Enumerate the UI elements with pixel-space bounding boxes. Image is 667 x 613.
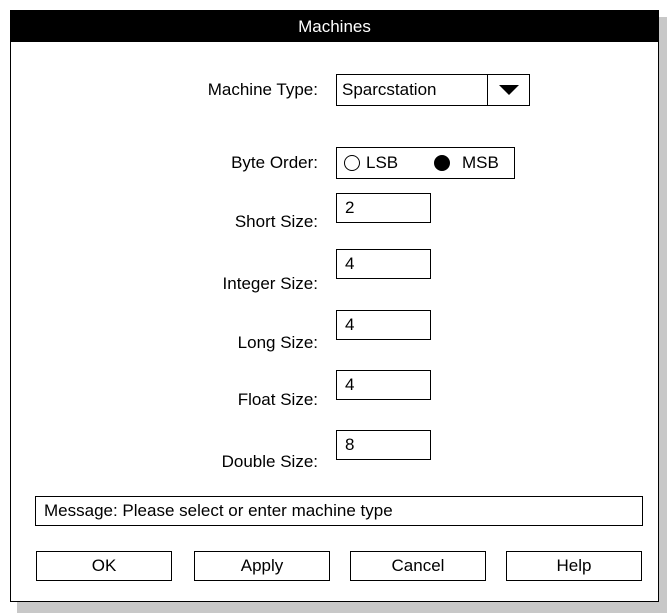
- help-button[interactable]: Help: [506, 551, 642, 581]
- triangle-down-icon: [499, 85, 519, 95]
- double-size-label: Double Size:: [221, 452, 318, 471]
- radio-lsb-label[interactable]: LSB: [366, 149, 398, 177]
- long-size-label: Long Size:: [237, 333, 318, 352]
- integer-size-label: Integer Size:: [222, 274, 318, 293]
- integer-size-field[interactable]: 4: [336, 249, 431, 279]
- double-size-field[interactable]: 8: [336, 430, 431, 460]
- byte-order-label: Byte Order:: [231, 153, 318, 172]
- radio-msb-label[interactable]: MSB: [462, 149, 499, 177]
- float-size-field[interactable]: 4: [336, 370, 431, 400]
- machines-dialog: Machines Machine Type: Sparcstation Byte…: [10, 10, 659, 602]
- short-size-field[interactable]: 2: [336, 193, 431, 223]
- float-size-label: Float Size:: [237, 390, 318, 409]
- machine-type-select[interactable]: Sparcstation: [336, 74, 530, 106]
- short-size-label: Short Size:: [234, 212, 318, 231]
- long-size-field[interactable]: 4: [336, 310, 431, 340]
- apply-button[interactable]: Apply: [194, 551, 330, 581]
- cancel-button[interactable]: Cancel: [350, 551, 486, 581]
- dialog-title: Machines: [11, 11, 658, 42]
- machine-type-dropdown-button[interactable]: [487, 75, 530, 105]
- byte-order-radio-group: LSB MSB: [336, 147, 515, 179]
- radio-lsb[interactable]: [344, 155, 360, 171]
- machine-type-label: Machine Type:: [207, 80, 318, 99]
- radio-msb[interactable]: [434, 155, 450, 171]
- machine-type-value: Sparcstation: [342, 80, 437, 99]
- ok-button[interactable]: OK: [36, 551, 172, 581]
- status-message: Message: Please select or enter machine …: [35, 496, 643, 526]
